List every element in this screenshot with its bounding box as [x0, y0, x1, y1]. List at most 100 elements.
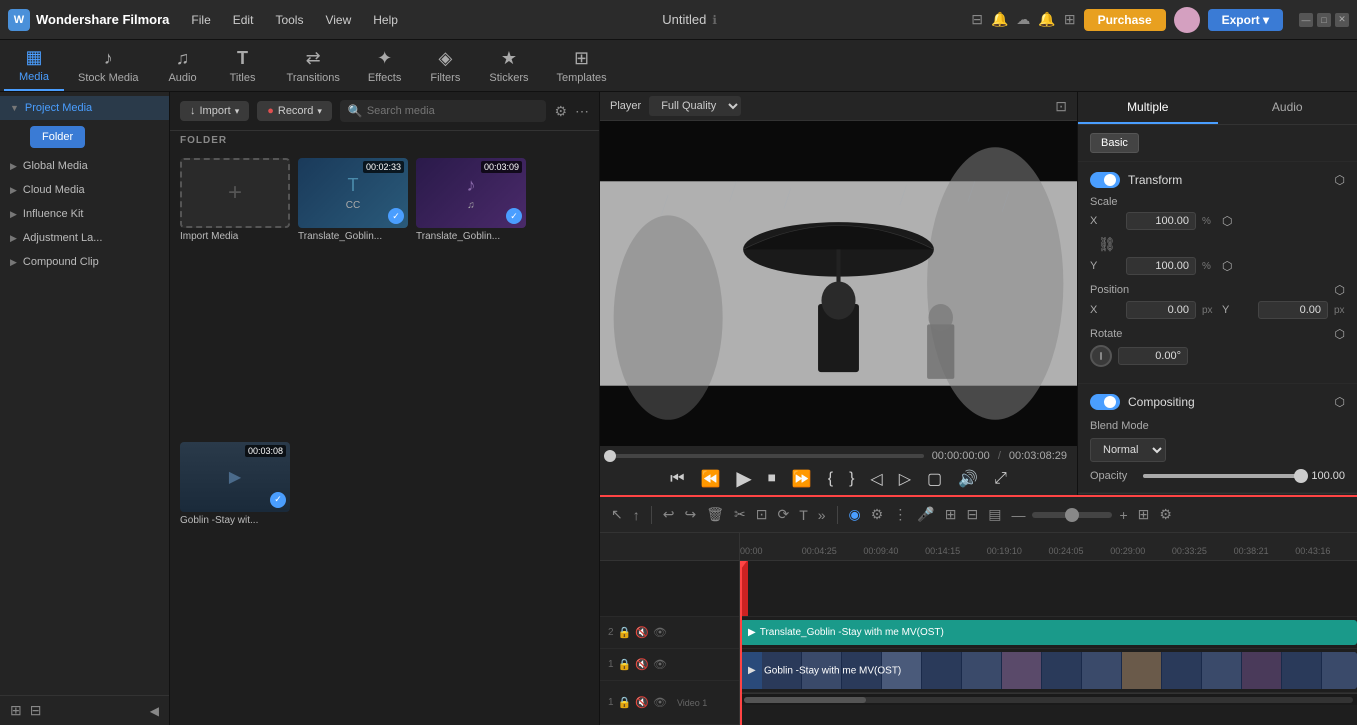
sidebar-item-compound-clip[interactable]: ▶ Compound Clip: [0, 250, 169, 274]
scale-y-keyframe-icon[interactable]: ⬡: [1222, 259, 1232, 273]
track-2-eye-button[interactable]: 👁: [653, 626, 667, 639]
snap-button[interactable]: ◉: [846, 503, 864, 526]
sidebar-item-adjustment[interactable]: ▶ Adjustment La...: [0, 226, 169, 250]
zoom-slider[interactable]: [1032, 512, 1112, 518]
audio-button[interactable]: 🔊: [958, 469, 978, 489]
cut-button[interactable]: ✂: [731, 503, 749, 526]
list-item[interactable]: T CC 00:02:33 ✓ Translate_Goblin...: [298, 158, 408, 434]
avatar[interactable]: [1174, 7, 1200, 33]
folder-button[interactable]: Folder: [30, 126, 85, 148]
scale-x-keyframe-icon[interactable]: ⬡: [1222, 214, 1232, 228]
select-tool-button[interactable]: ↖: [608, 503, 626, 526]
rotate-circle[interactable]: [1090, 345, 1112, 367]
purchase-button[interactable]: Purchase: [1084, 9, 1166, 31]
mic-button[interactable]: 🎤: [914, 503, 937, 526]
export-button[interactable]: Export ▾: [1208, 9, 1283, 31]
minimize-button[interactable]: —: [1299, 13, 1313, 27]
fullscreen-icon[interactable]: ⊡: [1055, 98, 1067, 115]
frame-forward-button[interactable]: ⏩: [792, 469, 812, 489]
sidebar-item-global-media[interactable]: ▶ Global Media: [0, 154, 169, 178]
track-1-lock-button[interactable]: 🔒: [618, 658, 632, 671]
pointer-tool-button[interactable]: ↑: [630, 504, 643, 526]
undo-button[interactable]: ↩: [660, 503, 678, 526]
mark-out-button[interactable]: }: [849, 470, 854, 488]
tab-stickers[interactable]: ★ Stickers: [475, 40, 542, 91]
timeline-scrollbar[interactable]: [740, 693, 1357, 705]
audio-clip-2[interactable]: ▶ Translate_Goblin -Stay with me MV(OST): [740, 620, 1357, 645]
compositing-keyframe-icon[interactable]: ⬡: [1335, 395, 1345, 409]
scale-x-input[interactable]: [1126, 212, 1196, 230]
frame-back-button[interactable]: ⏪: [700, 469, 720, 489]
tab-templates[interactable]: ⊞ Templates: [542, 40, 620, 91]
position-x-input[interactable]: [1126, 301, 1196, 319]
maximize-button[interactable]: □: [1317, 13, 1331, 27]
delete-button[interactable]: 🗑: [703, 503, 727, 526]
tab-audio[interactable]: Audio: [1218, 92, 1357, 124]
sidebar-item-influence-kit[interactable]: ▶ Influence Kit: [0, 202, 169, 226]
pip-button[interactable]: ⊟: [964, 503, 982, 526]
tab-titles[interactable]: T Titles: [213, 40, 273, 91]
basic-button[interactable]: Basic: [1090, 133, 1139, 153]
mark-in-button[interactable]: {: [828, 470, 833, 488]
close-button[interactable]: ✕: [1335, 13, 1349, 27]
compositing-toggle[interactable]: [1090, 394, 1120, 410]
list-item[interactable]: ▶ 00:03:08 ✓ Goblin -Stay wit...: [180, 442, 290, 718]
skip-back-button[interactable]: ⏮: [670, 470, 684, 488]
menu-view[interactable]: View: [315, 9, 361, 31]
scale-y-input[interactable]: [1126, 257, 1196, 275]
video-track-lock-button[interactable]: 🔒: [618, 696, 632, 709]
track-2-lock-button[interactable]: 🔒: [618, 626, 632, 639]
menu-tools[interactable]: Tools: [265, 9, 313, 31]
screen-button[interactable]: ▢: [927, 469, 942, 489]
tab-multiple[interactable]: Multiple: [1078, 92, 1218, 124]
media-button[interactable]: ▤: [985, 503, 1004, 526]
plus-button[interactable]: +: [1116, 504, 1130, 526]
import-button[interactable]: ↓ Import ▾: [180, 101, 249, 121]
tab-transitions[interactable]: ⇄ Transitions: [273, 40, 354, 91]
speed-button[interactable]: ⟳: [774, 503, 792, 526]
track-1-mute-button[interactable]: 🔇: [635, 658, 649, 671]
expand-button[interactable]: ⤢: [994, 470, 1007, 488]
sidebar-item-cloud-media[interactable]: ▶ Cloud Media: [0, 178, 169, 202]
tab-media[interactable]: ▦ Media: [4, 40, 64, 91]
blend-mode-select[interactable]: NormalMultiplyScreenOverlay: [1090, 438, 1166, 462]
more-options-button[interactable]: ⋯: [575, 103, 589, 120]
track-1-eye-button[interactable]: 👁: [653, 658, 667, 671]
remove-button[interactable]: ⊟: [30, 702, 42, 719]
tab-effects[interactable]: ✦ Effects: [354, 40, 415, 91]
tab-stock-media[interactable]: ♪ Stock Media: [64, 40, 153, 91]
list-item[interactable]: + Import Media: [180, 158, 290, 434]
search-input[interactable]: [367, 105, 539, 117]
filter-button[interactable]: ⚙: [554, 103, 567, 120]
add-folder-button[interactable]: ⊞: [10, 702, 22, 719]
rotate-keyframe-icon[interactable]: ⬡: [1335, 327, 1345, 341]
list-item[interactable]: ♪ ♫ 00:03:09 ✓ Translate_Goblin...: [416, 158, 526, 434]
magnet-button[interactable]: ⚙: [868, 503, 887, 526]
sidebar-item-project-media[interactable]: ▼ Project Media: [0, 96, 169, 120]
grid-button[interactable]: ⊞: [1135, 503, 1153, 526]
record-button[interactable]: ● Record ▾: [257, 101, 332, 121]
redo-button[interactable]: ↪: [681, 503, 699, 526]
minus-button[interactable]: —: [1008, 504, 1028, 526]
settings-button[interactable]: ⚙: [1156, 503, 1175, 526]
progress-bar[interactable]: [610, 454, 924, 458]
caption-button[interactable]: ⊞: [942, 503, 960, 526]
menu-file[interactable]: File: [181, 9, 220, 31]
video-track-eye-button[interactable]: 👁: [653, 696, 667, 709]
sidebar-collapse-button[interactable]: ◀: [150, 704, 159, 718]
split-button[interactable]: ⋮: [890, 503, 910, 526]
video-track-mute-button[interactable]: 🔇: [635, 696, 649, 709]
opacity-slider[interactable]: [1143, 474, 1301, 478]
rotate-input[interactable]: [1118, 347, 1188, 365]
more-button[interactable]: »: [815, 504, 829, 526]
prev-marker-button[interactable]: ◁: [870, 469, 882, 489]
position-keyframe-icon[interactable]: ⬡: [1335, 283, 1345, 297]
quality-select[interactable]: Full Quality1/2 Quality1/4 Quality: [649, 96, 741, 116]
text-button[interactable]: T: [796, 504, 811, 526]
stop-button[interactable]: ⏹: [768, 470, 776, 488]
tab-filters[interactable]: ◈ Filters: [415, 40, 475, 91]
position-y-input[interactable]: [1258, 301, 1328, 319]
menu-edit[interactable]: Edit: [223, 9, 264, 31]
play-button[interactable]: ▶: [736, 466, 751, 491]
track-2-mute-button[interactable]: 🔇: [635, 626, 649, 639]
